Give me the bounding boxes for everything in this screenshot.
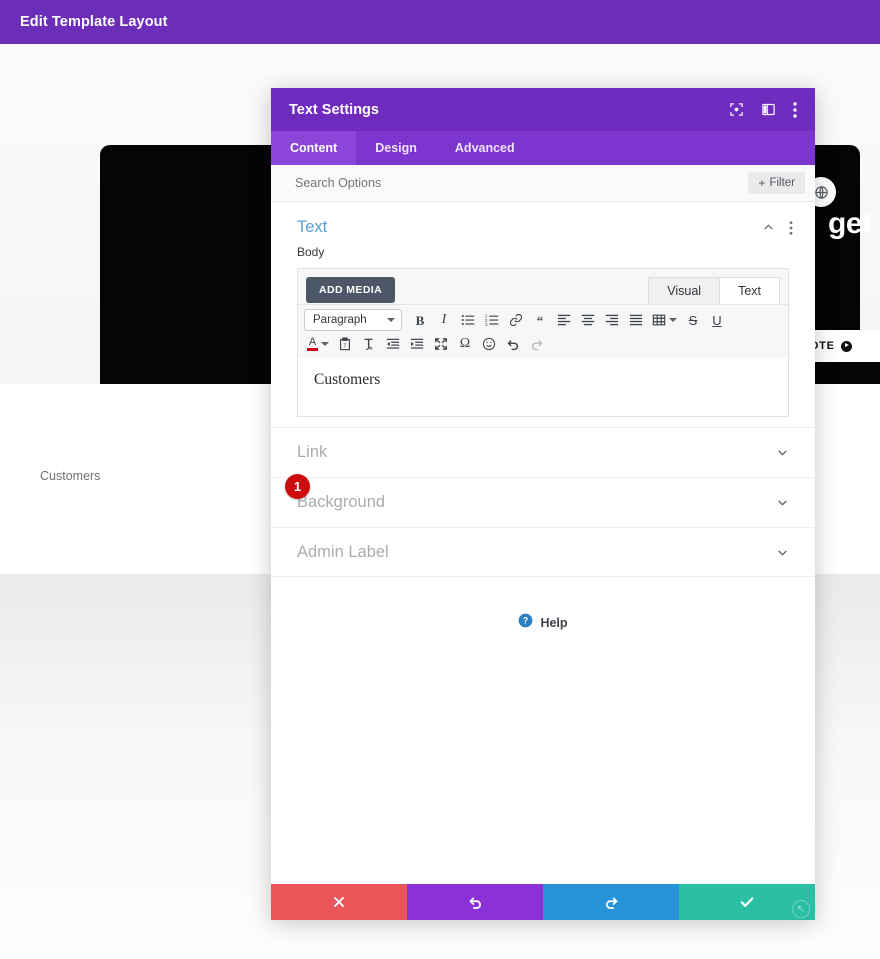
modal-tabs: Content Design Advanced [271,131,815,165]
text-settings-modal: Text Settings Content Design Advanced Se… [271,88,815,920]
format-select[interactable]: Paragraph [304,309,402,331]
admin-topbar: Edit Template Layout [0,0,880,44]
play-circle-icon [840,340,852,352]
numbered-list-icon[interactable]: 1 2 3 [481,309,503,331]
link-icon[interactable] [505,309,527,331]
table-icon[interactable] [649,309,680,331]
help-label: Help [540,616,568,630]
filter-button[interactable]: + Filter [748,172,805,194]
svg-text:T: T [343,344,347,350]
filter-button-label: Filter [769,177,795,189]
undo-icon [468,895,483,910]
focus-icon[interactable] [729,102,744,117]
section-background[interactable]: Background [271,477,815,527]
svg-text:?: ? [523,616,528,626]
emoji-icon[interactable] [478,333,500,355]
section-link-label: Link [297,443,328,461]
align-right-icon[interactable] [601,309,623,331]
editor-mode-tabs: Visual Text [648,277,780,304]
page-root: Edit Template Layout get st A QUOTE Cust… [0,0,880,959]
step-badge: 1 [285,474,310,499]
fullscreen-icon[interactable] [430,333,452,355]
undo-button[interactable] [407,884,543,920]
modal-header-actions [729,101,797,118]
tab-advanced[interactable]: Advanced [436,131,534,165]
align-left-icon[interactable] [553,309,575,331]
kebab-menu-icon[interactable] [793,101,797,118]
modal-title: Text Settings [289,101,379,118]
tab-content[interactable]: Content [271,131,357,165]
redo-icon [604,895,619,910]
section-link[interactable]: Link [271,427,815,477]
bold-icon[interactable]: B [409,309,431,331]
editor-content-area[interactable]: Customers [298,358,788,416]
paste-as-text-icon[interactable]: T [334,333,356,355]
wysiwyg-editor: ADD MEDIA Visual Text Paragraph B I 1 2 … [297,268,789,417]
plus-icon: + [758,176,766,190]
tab-text[interactable]: Text [719,277,780,304]
modal-footer: ↖ [271,884,815,920]
align-justify-icon[interactable] [625,309,647,331]
svg-text:3: 3 [485,322,488,327]
chevron-down-icon [321,342,329,346]
format-select-value: Paragraph [313,314,367,326]
special-character-icon[interactable]: Ω [454,333,476,355]
section-background-label: Background [297,493,386,511]
tab-visual[interactable]: Visual [648,277,721,304]
resize-handle[interactable]: ↖ [792,900,810,918]
indent-icon[interactable] [406,333,428,355]
check-icon [739,894,755,910]
globe-icon [814,185,829,200]
modal-header: Text Settings [271,88,815,131]
section-admin-label[interactable]: Admin Label [271,527,815,577]
toolbar-row-1: Paragraph B I 1 2 3 “ S U [304,309,782,331]
layout-panel-icon[interactable] [761,102,776,117]
underline-icon[interactable]: U [706,309,728,331]
clear-formatting-icon[interactable]: x [358,333,380,355]
bulleted-list-icon[interactable] [457,309,479,331]
body-field: Body ADD MEDIA Visual Text Paragraph B I… [271,245,815,427]
editor-top-bar: ADD MEDIA Visual Text [298,269,788,304]
chevron-down-icon [669,318,677,322]
chevron-down-icon [776,546,789,559]
chevron-down-icon [776,496,789,509]
hero-heading: get st [828,207,880,240]
undo-icon[interactable] [502,333,524,355]
strikethrough-icon[interactable]: S [682,309,704,331]
help-link[interactable]: ? Help [271,613,815,633]
tab-design[interactable]: Design [356,131,436,165]
chevron-down-icon [387,318,395,322]
help-circle-icon: ? [518,613,533,633]
toolbar-row-2: A T x Ω [304,333,782,355]
section-admin-label-label: Admin Label [297,542,389,561]
cancel-button[interactable] [271,884,407,920]
outdent-icon[interactable] [382,333,404,355]
chevron-up-icon[interactable] [762,221,775,234]
close-icon [332,895,346,909]
redo-icon[interactable] [526,333,548,355]
customers-text-module[interactable]: Customers [40,469,100,483]
search-input[interactable] [295,176,749,190]
redo-button[interactable] [543,884,679,920]
body-field-label: Body [297,245,325,259]
blockquote-icon[interactable]: “ [529,309,551,331]
page-title: Edit Template Layout [20,14,168,30]
text-section-header: Text [271,202,815,245]
editor-toolbar: Paragraph B I 1 2 3 “ S U A T x Ω [298,304,788,358]
modal-body: 1 Text Body ADD MEDIA Visual Text Paragr… [271,202,815,884]
chevron-down-icon [776,446,789,459]
add-media-button[interactable]: ADD MEDIA [306,277,396,303]
kebab-menu-icon[interactable] [789,220,793,235]
italic-icon[interactable]: I [433,309,455,331]
align-center-icon[interactable] [577,309,599,331]
search-options-bar: + Filter [271,165,815,202]
text-section-title: Text [297,218,328,236]
text-color-icon[interactable]: A [304,333,332,355]
